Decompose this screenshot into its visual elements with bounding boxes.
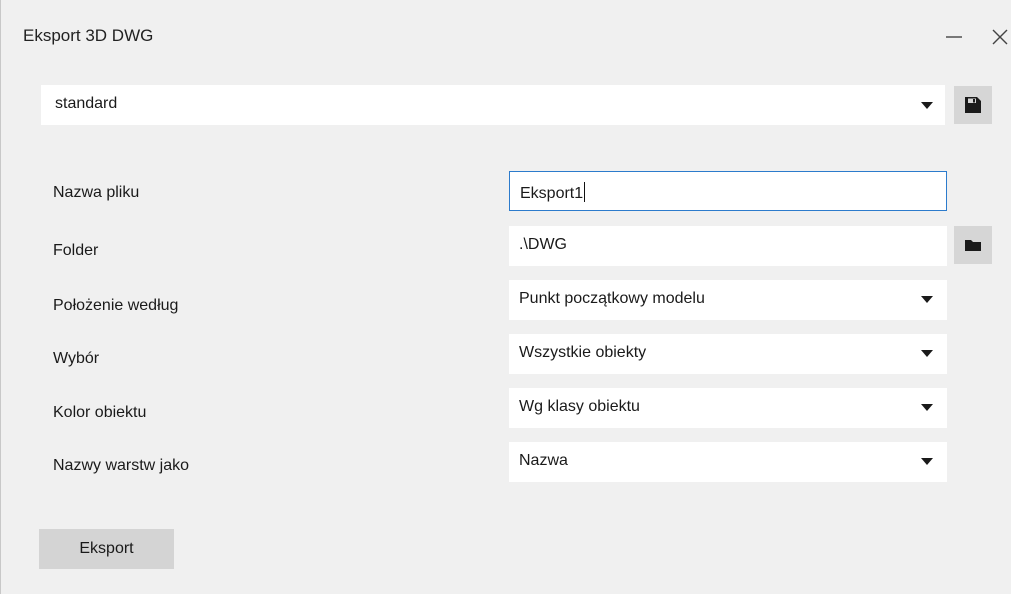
file-name-label: Nazwa pliku bbox=[53, 184, 140, 201]
position-label: Położenie według bbox=[53, 297, 179, 314]
file-name-value: Eksport1 bbox=[520, 182, 586, 203]
folder-icon bbox=[965, 240, 981, 251]
text-cursor bbox=[584, 182, 586, 202]
chevron-down-icon bbox=[921, 350, 933, 357]
object-color-value: Wg klasy obiektu bbox=[519, 398, 640, 415]
window-title: Eksport 3D DWG bbox=[23, 26, 154, 45]
folder-input[interactable]: .\DWG bbox=[509, 226, 947, 266]
folder-value: .\DWG bbox=[519, 236, 567, 253]
save-preset-button[interactable] bbox=[954, 86, 992, 124]
position-dropdown[interactable]: Punkt początkowy modelu bbox=[509, 280, 947, 320]
browse-folder-button[interactable] bbox=[954, 226, 992, 264]
chevron-down-icon bbox=[921, 458, 933, 465]
minimize-button[interactable] bbox=[937, 20, 971, 54]
floppy-disk-icon bbox=[965, 97, 981, 113]
file-name-text: Eksport1 bbox=[520, 185, 584, 202]
file-name-input[interactable]: Eksport1 bbox=[509, 171, 947, 211]
object-color-label: Kolor obiektu bbox=[53, 404, 147, 421]
selection-value: Wszystkie obiekty bbox=[519, 344, 647, 361]
position-value: Punkt początkowy modelu bbox=[519, 290, 705, 307]
preset-dropdown[interactable]: standard bbox=[41, 85, 945, 125]
chevron-down-icon bbox=[921, 296, 933, 303]
object-color-dropdown[interactable]: Wg klasy obiektu bbox=[509, 388, 947, 428]
selection-label: Wybór bbox=[53, 350, 100, 367]
title-bar: Eksport 3D DWG bbox=[1, 0, 1011, 70]
layer-names-dropdown[interactable]: Nazwa bbox=[509, 442, 947, 482]
chevron-down-icon bbox=[921, 102, 933, 109]
folder-label: Folder bbox=[53, 242, 99, 259]
chevron-down-icon bbox=[921, 404, 933, 411]
close-button[interactable] bbox=[983, 20, 1011, 54]
minimize-icon bbox=[946, 36, 962, 38]
export-3d-dwg-dialog: Eksport 3D DWG standard Nazwa pliku Eksp… bbox=[0, 0, 1011, 594]
layer-names-value: Nazwa bbox=[519, 452, 568, 469]
export-button[interactable]: Eksport bbox=[39, 529, 174, 569]
layer-names-label: Nazwy warstw jako bbox=[53, 457, 190, 474]
selection-dropdown[interactable]: Wszystkie obiekty bbox=[509, 334, 947, 374]
close-icon bbox=[992, 29, 1008, 45]
preset-value: standard bbox=[55, 95, 118, 112]
